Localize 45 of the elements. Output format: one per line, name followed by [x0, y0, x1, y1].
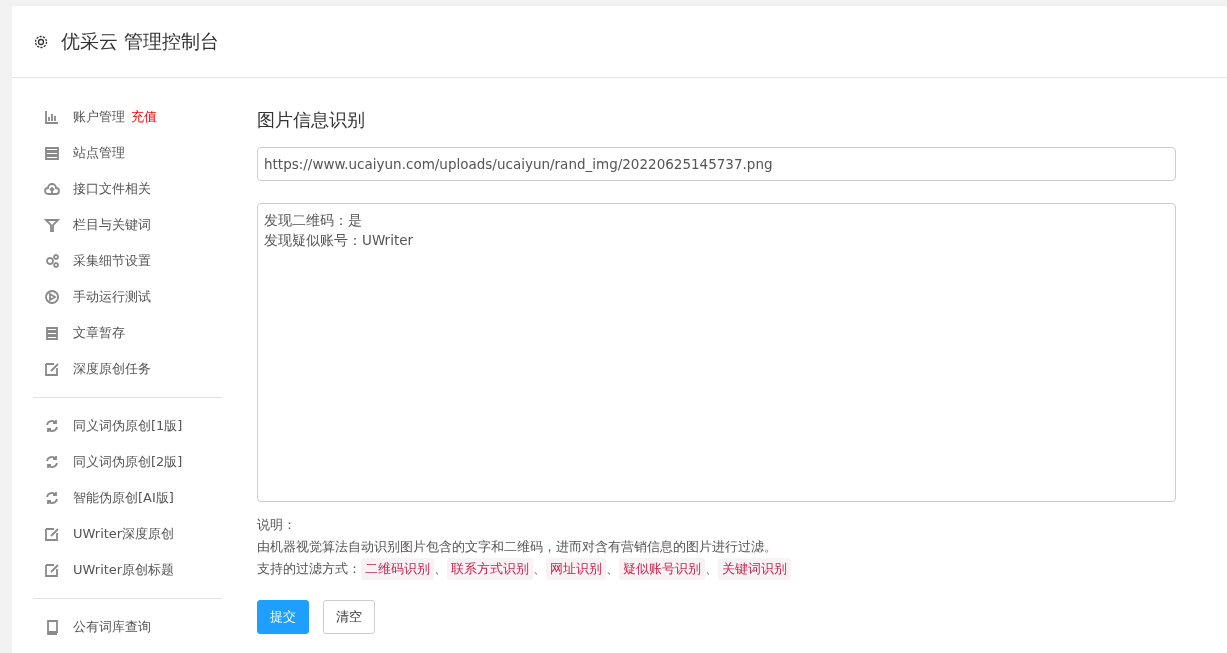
sidebar-item[interactable]: 公有词库查询	[73, 618, 151, 636]
sidebar-item[interactable]: 栏目与关键词	[73, 216, 151, 234]
sidebar-item[interactable]: 文章暂存	[73, 324, 125, 342]
filter-tag: 联系方式识别	[447, 558, 533, 580]
cloud-upload-icon	[44, 181, 60, 197]
clear-button[interactable]: 清空	[323, 600, 375, 634]
sidebar-item[interactable]: 智能伪原创[AI版]	[73, 489, 174, 507]
notes-description: 由机器视觉算法自动识别图片包含的文字和二维码，进而对含有营销信息的图片进行过滤。	[257, 538, 778, 556]
sidebar-item[interactable]: 深度原创任务	[73, 360, 151, 378]
sidebar-item[interactable]: 采集细节设置	[73, 252, 151, 270]
filters-label: 支持的过滤方式：	[257, 560, 361, 578]
edit-icon	[44, 526, 60, 542]
sidebar-item[interactable]: 同义词伪原创[2版]	[73, 453, 183, 471]
sidebar-item[interactable]: UWriter原创标题	[73, 561, 175, 579]
sidebar-item[interactable]: 账户管理	[73, 108, 125, 126]
separator: 、	[606, 560, 619, 578]
filter-tag: 疑似账号识别	[619, 558, 705, 580]
edit-icon	[44, 361, 60, 377]
result-box[interactable]: 发现二维码：是 发现疑似账号：UWriter	[257, 203, 1176, 502]
filter-tag: 关键词识别	[718, 558, 791, 580]
edit-icon	[44, 562, 60, 578]
section-title: 图片信息识别	[257, 108, 366, 132]
filter-tag: 二维码识别	[361, 558, 434, 580]
url-field[interactable]: https://www.ucaiyun.com/uploads/ucaiyun/rand_img/20220625145737.png	[257, 147, 1176, 181]
refresh-icon	[44, 454, 60, 470]
console-title: 优采云 管理控制台	[61, 28, 220, 54]
notes-heading: 说明：	[257, 516, 297, 534]
sidebar-item[interactable]: UWriter深度原创	[73, 525, 175, 543]
sidebar-item[interactable]: 站点管理	[73, 144, 125, 162]
separator: 、	[434, 560, 447, 578]
server-icon	[44, 145, 60, 161]
separator: 、	[533, 560, 546, 578]
sidebar-item[interactable]: 接口文件相关	[73, 180, 151, 198]
bar-chart-icon	[44, 109, 60, 125]
settings-icon	[33, 33, 49, 50]
book-icon	[44, 619, 60, 635]
play-icon	[44, 289, 60, 305]
filter-tag: 网址识别	[546, 558, 606, 580]
sidebar-item[interactable]: 手动运行测试	[73, 288, 151, 306]
refresh-icon	[44, 418, 60, 434]
filter-icon	[44, 217, 60, 233]
sidebar-item[interactable]: 同义词伪原创[1版]	[73, 417, 183, 435]
separator: 、	[705, 560, 718, 578]
recharge-link[interactable]: 充值	[131, 108, 157, 126]
refresh-icon	[44, 490, 60, 506]
